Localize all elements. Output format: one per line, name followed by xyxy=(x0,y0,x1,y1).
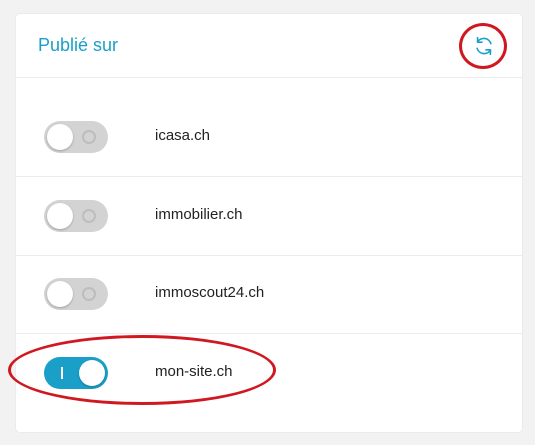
toggle-off-indicator xyxy=(82,287,96,301)
refresh-button[interactable] xyxy=(464,28,504,64)
toggle-knob xyxy=(47,203,73,229)
published-on-card: Publié sur icasa.ch immobilier.ch immosc… xyxy=(16,14,522,432)
toggle-knob xyxy=(47,281,73,307)
toggle-knob xyxy=(79,360,105,386)
platform-toggle-immobilier[interactable] xyxy=(44,200,108,232)
toggle-off-indicator xyxy=(82,130,96,144)
platform-row: mon-site.ch xyxy=(16,334,522,412)
toggle-off-indicator xyxy=(82,209,96,223)
platform-label: immoscout24.ch xyxy=(155,284,265,301)
platform-row: immobilier.ch xyxy=(16,177,522,256)
platform-row: icasa.ch xyxy=(16,98,522,177)
card-title: Publié sur xyxy=(38,35,119,55)
platform-toggle-icasa[interactable] xyxy=(44,121,108,153)
toggle-knob xyxy=(47,124,73,150)
platform-label: mon-site.ch xyxy=(155,363,233,380)
platform-label: icasa.ch xyxy=(155,127,211,144)
platform-label: immobilier.ch xyxy=(155,206,243,223)
toggle-on-indicator xyxy=(61,367,63,379)
platform-row: immoscout24.ch xyxy=(16,255,522,334)
refresh-icon xyxy=(476,36,492,56)
card-header: Publié sur xyxy=(16,14,522,78)
platform-toggle-mon-site[interactable] xyxy=(44,357,108,389)
platform-toggle-immoscout24[interactable] xyxy=(44,278,108,310)
